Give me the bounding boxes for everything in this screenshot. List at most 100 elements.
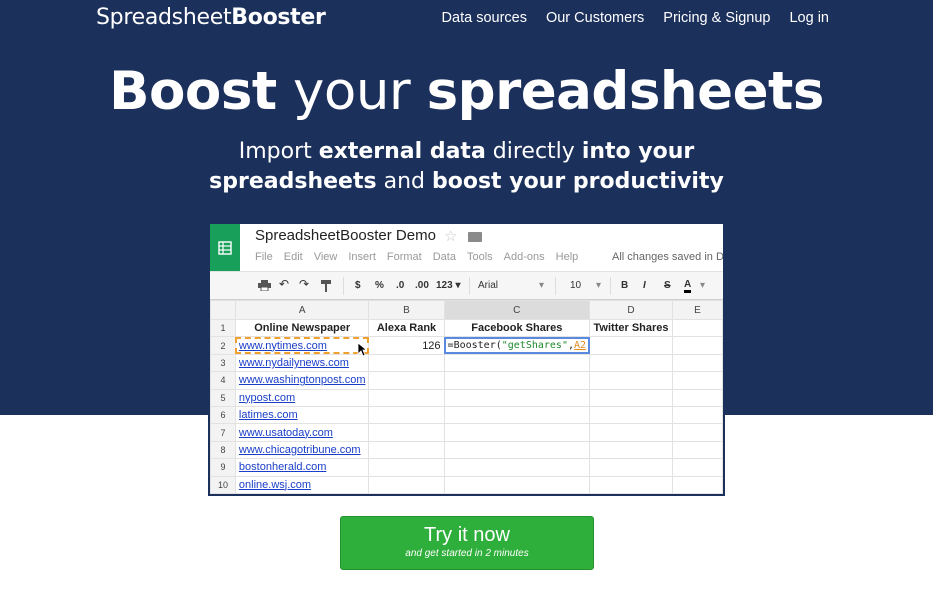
number-format-dropdown[interactable]: 123 ▾ xyxy=(436,280,460,291)
column-header-d[interactable]: D xyxy=(589,300,674,320)
text-color-button[interactable]: A xyxy=(684,280,692,293)
cell[interactable] xyxy=(443,423,591,442)
font-size-dropdown[interactable]: 10 xyxy=(570,280,581,291)
cell-link[interactable]: nypost.com xyxy=(234,388,370,407)
menu-file[interactable]: File xyxy=(255,251,273,263)
strikethrough-button[interactable]: S xyxy=(664,280,671,291)
italic-button[interactable]: I xyxy=(643,280,646,291)
row-header[interactable]: 5 xyxy=(210,388,236,407)
menu-tools[interactable]: Tools xyxy=(467,251,493,263)
cell-link[interactable]: latimes.com xyxy=(234,405,370,425)
nav-data-sources[interactable]: Data sources xyxy=(442,10,527,26)
cell[interactable] xyxy=(368,353,445,373)
brand-logo[interactable]: SpreadsheetBooster xyxy=(96,5,326,30)
try-it-now-button[interactable]: Try it now and get started in 2 minutes xyxy=(340,516,594,570)
cell[interactable] xyxy=(368,405,445,425)
cell[interactable] xyxy=(443,371,591,390)
row-header[interactable]: 8 xyxy=(210,440,236,460)
cell[interactable] xyxy=(672,440,723,460)
cell-link[interactable]: www.nydailynews.com xyxy=(234,353,370,373)
cell[interactable] xyxy=(443,475,591,494)
cell[interactable] xyxy=(672,371,723,390)
cell[interactable] xyxy=(672,353,723,373)
column-header-b[interactable]: B xyxy=(368,300,445,320)
row-header[interactable]: 10 xyxy=(210,475,236,494)
cell[interactable] xyxy=(672,388,723,407)
decrease-decimals-button[interactable]: .0 xyxy=(396,280,404,291)
cell[interactable] xyxy=(589,388,674,407)
redo-icon[interactable]: ↷ xyxy=(299,277,309,291)
cell[interactable] xyxy=(589,371,674,390)
cell[interactable] xyxy=(368,458,445,477)
cell[interactable] xyxy=(368,371,445,390)
cell[interactable] xyxy=(589,336,674,355)
paint-format-icon[interactable] xyxy=(320,280,332,295)
menu-data[interactable]: Data xyxy=(433,251,456,263)
menu-format[interactable]: Format xyxy=(387,251,422,263)
select-all-corner[interactable] xyxy=(210,300,236,320)
cell[interactable] xyxy=(589,475,674,494)
percent-format-button[interactable]: % xyxy=(375,280,384,291)
cell[interactable]: Alexa Rank xyxy=(368,318,445,338)
increase-decimals-button[interactable]: .00 xyxy=(415,280,429,291)
cell[interactable] xyxy=(368,388,445,407)
cell-link[interactable]: bostonherald.com xyxy=(234,458,370,477)
cell[interactable] xyxy=(589,458,674,477)
menu-edit[interactable]: Edit xyxy=(284,251,303,263)
folder-icon[interactable] xyxy=(468,232,482,242)
cell[interactable]: 126 xyxy=(368,336,445,355)
nav-our-customers[interactable]: Our Customers xyxy=(546,10,644,26)
row-header[interactable]: 7 xyxy=(210,423,236,442)
cell[interactable] xyxy=(443,388,591,407)
cell-link[interactable]: www.chicagotribune.com xyxy=(234,440,370,460)
cell[interactable] xyxy=(672,475,723,494)
cell[interactable] xyxy=(368,440,445,460)
font-family-dropdown[interactable]: Arial xyxy=(478,280,498,291)
cell-link[interactable]: www.usatoday.com xyxy=(234,423,370,442)
cell[interactable] xyxy=(443,405,591,425)
cell-link[interactable]: online.wsj.com xyxy=(234,475,370,494)
cell[interactable] xyxy=(589,353,674,373)
cell[interactable] xyxy=(368,423,445,442)
cell[interactable] xyxy=(443,353,591,373)
menu-view[interactable]: View xyxy=(314,251,338,263)
formula-cell[interactable]: =Booster("getShares",A2 xyxy=(443,336,591,355)
cell[interactable] xyxy=(672,405,723,425)
cell[interactable] xyxy=(589,423,674,442)
cell[interactable]: Online Newspaper xyxy=(234,318,370,338)
row-header[interactable]: 4 xyxy=(210,371,236,390)
undo-icon[interactable]: ↶ xyxy=(279,277,289,291)
cell[interactable] xyxy=(589,440,674,460)
row-header[interactable]: 3 xyxy=(210,353,236,373)
nav-pricing-signup[interactable]: Pricing & Signup xyxy=(663,10,770,26)
menu-help[interactable]: Help xyxy=(556,251,579,263)
cell-link[interactable]: www.nytimes.com xyxy=(234,336,370,355)
menu-addons[interactable]: Add-ons xyxy=(504,251,545,263)
currency-format-button[interactable]: $ xyxy=(355,280,361,291)
menu-insert[interactable]: Insert xyxy=(348,251,376,263)
column-header-a[interactable]: A xyxy=(234,300,370,320)
print-icon[interactable] xyxy=(258,280,271,294)
cell[interactable] xyxy=(672,318,723,338)
cell[interactable] xyxy=(443,440,591,460)
cell[interactable] xyxy=(443,458,591,477)
top-nav: Data sources Our Customers Pricing & Sig… xyxy=(442,10,829,26)
nav-log-in[interactable]: Log in xyxy=(789,10,829,26)
star-icon[interactable]: ☆ xyxy=(444,227,457,245)
column-header-c[interactable]: C xyxy=(443,300,591,320)
bold-button[interactable]: B xyxy=(621,280,628,291)
cell[interactable] xyxy=(589,405,674,425)
row-header[interactable]: 6 xyxy=(210,405,236,425)
cell[interactable] xyxy=(672,336,723,355)
cell[interactable] xyxy=(672,458,723,477)
row-header[interactable]: 2 xyxy=(210,336,236,355)
cell-link[interactable]: www.washingtonpost.com xyxy=(234,371,370,390)
cell[interactable]: Facebook Shares xyxy=(443,318,591,338)
row-header[interactable]: 9 xyxy=(210,458,236,477)
row-header[interactable]: 1 xyxy=(210,318,236,338)
column-header-e[interactable]: E xyxy=(672,300,723,320)
cell[interactable]: Twitter Shares xyxy=(589,318,674,338)
document-title[interactable]: SpreadsheetBooster Demo xyxy=(255,227,436,244)
cell[interactable] xyxy=(368,475,445,494)
cell[interactable] xyxy=(672,423,723,442)
